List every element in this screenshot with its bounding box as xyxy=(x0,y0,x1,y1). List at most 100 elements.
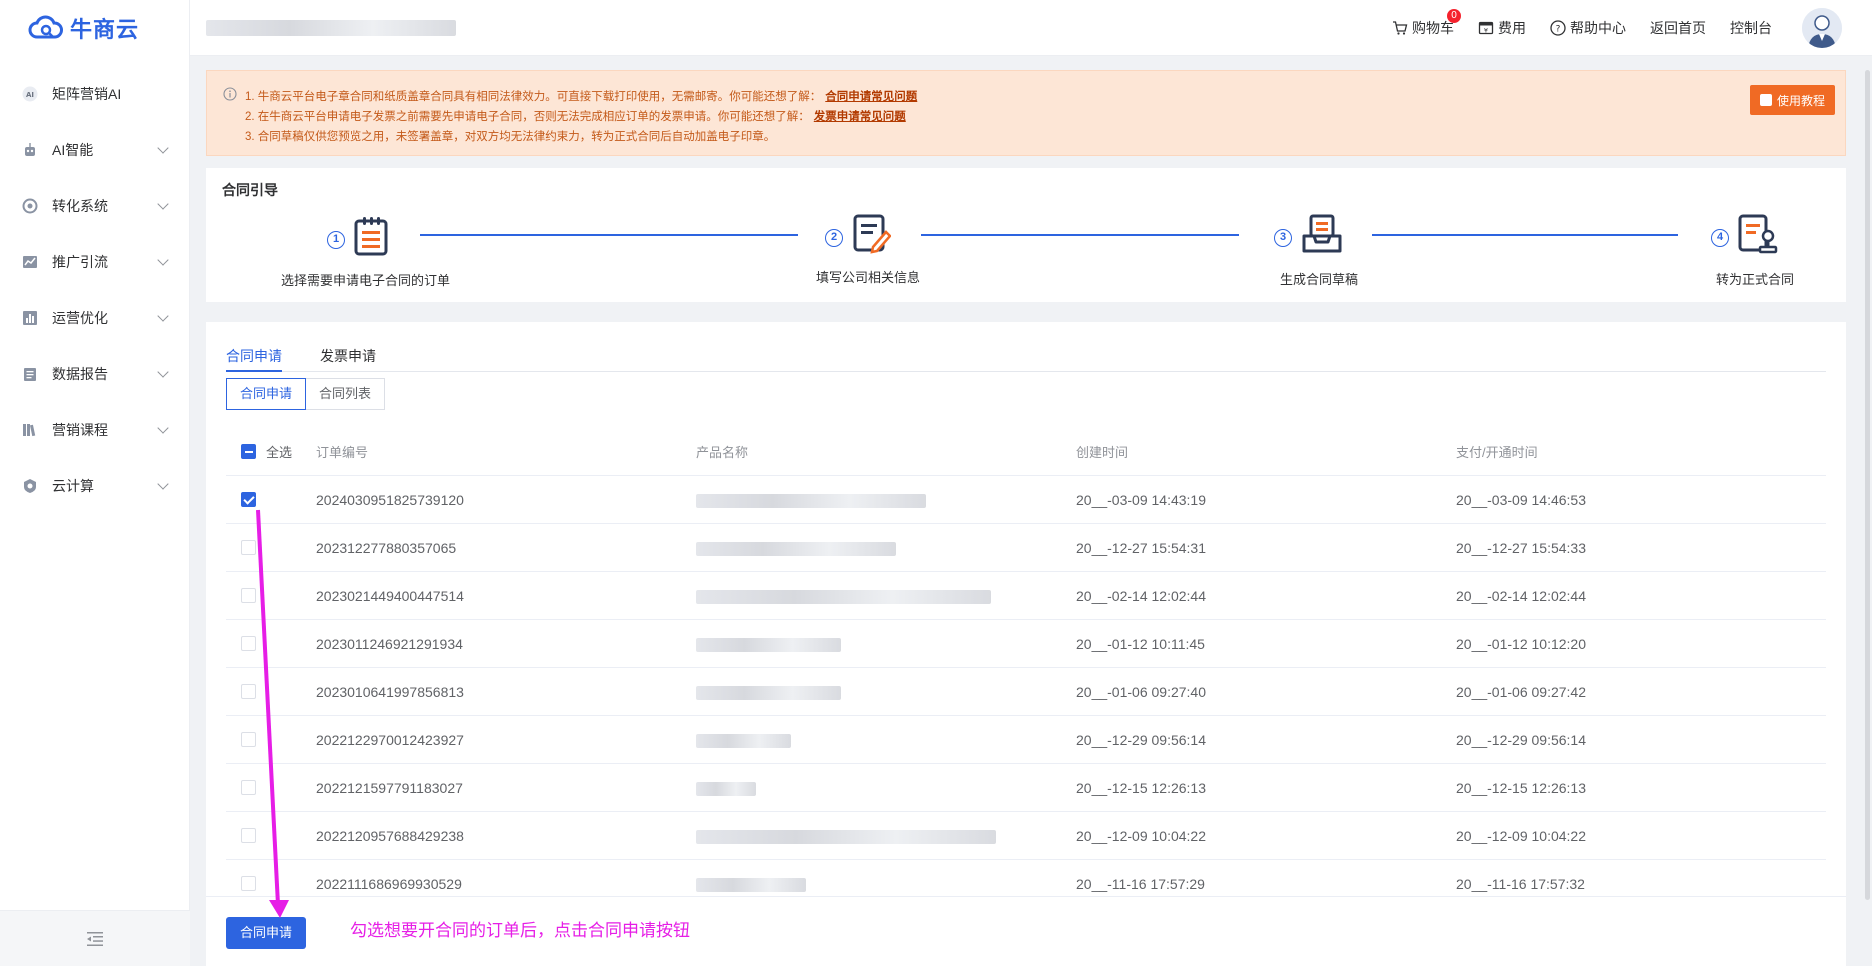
row-select-cell xyxy=(226,588,316,603)
row-select-cell xyxy=(226,780,316,795)
svg-text:?: ? xyxy=(1556,24,1561,34)
sidebar: 牛商云 AI 矩阵营销AI AI智能 转化系统 推广引流 运营优化 数据报告 营… xyxy=(0,0,190,966)
notice-text: 2. 在牛商云平台申请电子发票之前需要先申请电子合同，否则无法完成相应订单的发票… xyxy=(245,111,810,123)
row-checkbox[interactable] xyxy=(241,876,256,891)
table-row[interactable]: 202312277880357065 20__-12-27 15:54:31 2… xyxy=(226,524,1826,572)
select-all-checkbox[interactable] xyxy=(241,444,256,459)
row-checkbox[interactable] xyxy=(241,540,256,555)
sidebar-item-label: 矩阵营销AI xyxy=(52,86,122,102)
cart-link[interactable]: 购物车 0 xyxy=(1392,8,1461,38)
help-center-link[interactable]: ? 帮助中心 xyxy=(1550,18,1626,38)
table-row[interactable]: 2023011246921291934 20__-01-12 10:11:45 … xyxy=(226,620,1826,668)
tutorial-button[interactable]: 使用教程 xyxy=(1749,85,1835,115)
info-icon xyxy=(223,87,237,101)
main-tabs: 合同申请 发票申请 xyxy=(226,334,1826,372)
fee-link[interactable]: ¥ 费用 xyxy=(1478,18,1526,38)
header-actions: 购物车 0 ¥ 费用 ? 帮助中心 返回首页 控制台 xyxy=(1368,7,1872,48)
logo[interactable]: 牛商云 xyxy=(0,0,189,56)
svg-text:AI: AI xyxy=(26,91,34,99)
invoice-faq-link[interactable]: 发票申请常见问题 xyxy=(814,111,906,123)
row-checkbox[interactable] xyxy=(241,828,256,843)
avatar[interactable] xyxy=(1802,7,1842,48)
step-label: 选择需要申请电子合同的订单 xyxy=(281,273,451,288)
tab-contract-apply[interactable]: 合同申请 xyxy=(226,334,282,372)
page-scrollbar[interactable] xyxy=(1864,56,1872,966)
console-link[interactable]: 控制台 xyxy=(1730,18,1772,38)
row-checkbox[interactable] xyxy=(241,780,256,795)
sidebar-item-convert[interactable]: 转化系统 xyxy=(0,178,189,234)
help-icon: ? xyxy=(1550,19,1566,36)
table-row[interactable]: 2022120957688429238 20__-12-09 10:04:22 … xyxy=(226,812,1826,860)
product-name-redacted xyxy=(696,635,1076,652)
step-connector xyxy=(1372,234,1678,236)
row-select-cell xyxy=(226,684,316,699)
order-number: 202312277880357065 xyxy=(316,539,457,556)
row-checkbox[interactable] xyxy=(241,588,256,603)
sidebar-item-report[interactable]: 数据报告 xyxy=(0,346,189,402)
subtab-contract-apply[interactable]: 合同申请 xyxy=(226,378,307,410)
help-label: 帮助中心 xyxy=(1570,19,1626,36)
created-time: 20__-02-14 12:02:44 xyxy=(1076,587,1206,604)
sidebar-collapse-button[interactable] xyxy=(0,910,190,966)
product-name-redacted xyxy=(696,539,1076,556)
row-select-cell xyxy=(226,492,316,507)
table-row[interactable]: 2024030951825739120 20__-03-09 14:43:19 … xyxy=(226,476,1826,524)
ai-icon: AI xyxy=(22,86,38,102)
stamp-contract-icon xyxy=(1738,214,1778,254)
contract-faq-link[interactable]: 合同申请常见问题 xyxy=(825,91,917,103)
tab-invoice-apply[interactable]: 发票申请 xyxy=(320,334,376,372)
chevron-down-icon xyxy=(157,478,169,490)
user-avatar-icon xyxy=(1802,7,1842,48)
step-label: 生成合同草稿 xyxy=(1280,272,1359,287)
created-time: 20__-11-16 17:57:29 xyxy=(1076,875,1205,892)
robot-icon xyxy=(22,142,38,158)
chevron-down-icon xyxy=(157,422,169,434)
chevron-down-icon xyxy=(157,310,169,322)
order-number: 2022120957688429238 xyxy=(316,827,464,844)
row-select-cell xyxy=(226,540,316,555)
order-list-icon xyxy=(354,217,388,256)
contract-guide: 合同引导 1 选择需要申请电子合同的订单 2 填写公司相关信息 3 生成合同草稿… xyxy=(206,168,1846,302)
row-checkbox[interactable] xyxy=(241,732,256,747)
created-time: 20__-01-06 09:27:40 xyxy=(1076,683,1206,700)
paid-time: 20__-03-09 14:46:53 xyxy=(1456,491,1586,508)
sidebar-item-label: 数据报告 xyxy=(52,366,108,382)
back-home-link[interactable]: 返回首页 xyxy=(1650,18,1706,38)
contract-apply-button[interactable]: 合同申请 xyxy=(226,917,307,949)
order-number: 2022122970012423927 xyxy=(316,731,464,748)
row-checkbox[interactable] xyxy=(241,492,256,507)
sidebar-item-ai[interactable]: AI智能 xyxy=(0,122,189,178)
notice-line-3: 3. 合同草稿仅供您预览之用，未签署盖章，对双方均无法律约束力，转为正式合同后自… xyxy=(245,127,917,147)
sidebar-item-matrix-ai[interactable]: AI 矩阵营销AI xyxy=(0,66,189,122)
subtab-contract-list[interactable]: 合同列表 xyxy=(306,378,386,410)
paid-time: 20__-01-12 10:12:20 xyxy=(1456,635,1586,652)
order-number: 2023011246921291934 xyxy=(316,635,463,652)
row-select-cell xyxy=(226,828,316,843)
sidebar-item-courses[interactable]: 营销课程 xyxy=(0,402,189,458)
sidebar-item-operation[interactable]: 运营优化 xyxy=(0,290,189,346)
created-time: 20__-01-12 10:11:45 xyxy=(1076,635,1205,652)
table-row[interactable]: 2023010641997856813 20__-01-06 09:27:40 … xyxy=(226,668,1826,716)
report-icon xyxy=(22,366,38,382)
paid-time: 20__-12-15 12:26:13 xyxy=(1456,779,1586,796)
row-checkbox[interactable] xyxy=(241,684,256,699)
top-header: 购物车 0 ¥ 费用 ? 帮助中心 返回首页 控制台 xyxy=(190,0,1872,56)
table-row[interactable]: 2022121597791183027 20__-12-15 12:26:13 … xyxy=(226,764,1826,812)
inbox-draft-icon xyxy=(1302,214,1342,253)
row-checkbox[interactable] xyxy=(241,636,256,651)
select-all-cell: 全选 xyxy=(226,442,316,461)
sidebar-item-label: 推广引流 xyxy=(52,254,108,270)
table-row[interactable]: 2023021449400447514 20__-02-14 12:02:44 … xyxy=(226,572,1826,620)
guide-title: 合同引导 xyxy=(222,182,278,198)
column-header: 创建时间 xyxy=(1076,445,1129,460)
sidebar-item-label: 转化系统 xyxy=(52,198,108,214)
order-number: 2023021449400447514 xyxy=(316,587,464,604)
chevron-down-icon xyxy=(157,366,169,378)
scrollbar-thumb[interactable] xyxy=(1865,70,1870,900)
step-label: 转为正式合同 xyxy=(1716,272,1795,287)
product-name-redacted xyxy=(696,731,1076,748)
table-row[interactable]: 2022122970012423927 20__-12-29 09:56:14 … xyxy=(226,716,1826,764)
sidebar-item-cloud[interactable]: 云计算 xyxy=(0,458,189,514)
sidebar-item-promote[interactable]: 推广引流 xyxy=(0,234,189,290)
notice-line-2: 2. 在牛商云平台申请电子发票之前需要先申请电子合同，否则无法完成相应订单的发票… xyxy=(245,107,917,127)
